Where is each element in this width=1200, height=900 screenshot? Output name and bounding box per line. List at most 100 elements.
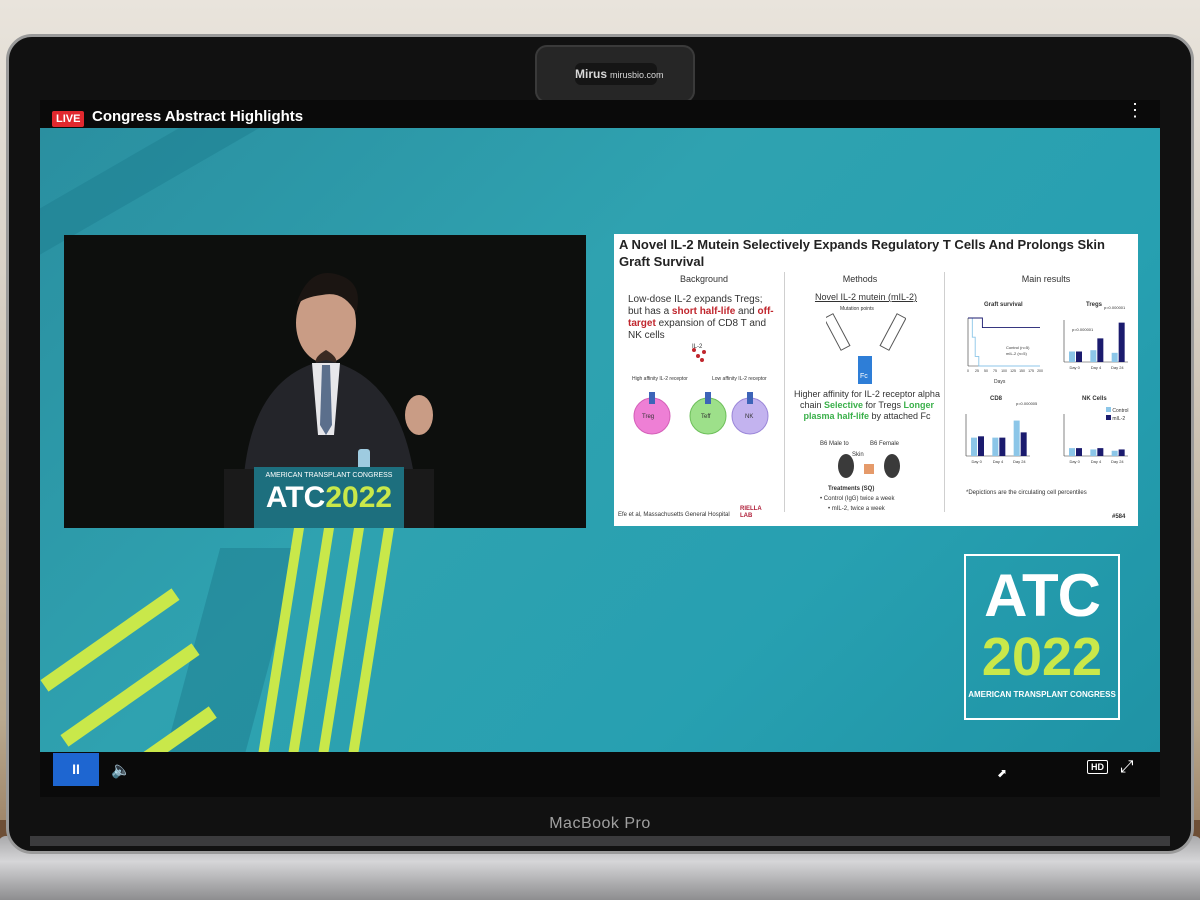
webcam-url: mirusbio.com [610, 70, 664, 80]
hd-button[interactable]: HD [1087, 760, 1108, 774]
bar-Control-Day 4 [1090, 449, 1097, 456]
bar-Control-Day 4 [1090, 350, 1097, 362]
graft-x-tick-label: 75 [993, 369, 997, 373]
bar-mIL-2-Day 24 [1118, 449, 1125, 456]
column-divider [944, 272, 945, 512]
graft-x-tick-label: 25 [975, 369, 979, 373]
graft-series-line [968, 317, 1040, 329]
graft-x-tick-label: 175 [1028, 369, 1034, 373]
short-half-life: short half-life [671, 306, 736, 317]
stream-title: Congress Abstract Highlights [92, 108, 304, 125]
podium-brand-b: 2022 [325, 481, 393, 514]
podium-brand: ATC2022 [254, 483, 404, 513]
graft-xlabel: Days [994, 379, 1006, 385]
bar-mIL-2-Day 4 [1097, 338, 1104, 362]
bar-x-tick-label: Day 0 [1069, 459, 1080, 464]
graft-x-tick-label: 0 [967, 369, 969, 373]
bar-mIL-2-Day 0 [978, 436, 984, 456]
lab-logo: RIELLA LAB [740, 506, 762, 519]
logo-subtitle: AMERICAN TRANSPLANT CONGRESS [968, 690, 1116, 699]
treatment-2: • mIL-2, twice a week [828, 506, 885, 512]
speaker-icon[interactable]: 🔈 [111, 760, 131, 780]
webcam-brand: Mirus [575, 67, 608, 81]
cell-label-teff: Teff [701, 414, 711, 420]
live-badge: LIVE [52, 111, 85, 127]
footer-citation: Efe et al, Massachusetts General Hospita… [618, 512, 730, 518]
bar-Control-Day 4 [992, 437, 999, 456]
screen: LIVE Congress Abstract Highlights ⋮ AMER… [40, 100, 1160, 797]
receptor-diagram [633, 348, 769, 435]
laptop-brand: MacBook Pro [549, 815, 651, 832]
speaker-video[interactable]: AMERICAN TRANSPLANT CONGRESS ATC2022 [64, 235, 586, 528]
bar-Control-Day 24 [1013, 420, 1020, 456]
background-header: Background [679, 274, 729, 284]
player-controls: II 🔈 ⬈ HD ⤢ [40, 752, 1160, 797]
bar-mIL-2-Day 0 [1076, 448, 1082, 456]
speaker-hand [405, 395, 433, 435]
bar-x-tick-label: Day 24 [1111, 459, 1124, 464]
results-header: Main results [1021, 274, 1071, 284]
logo-year: 2022 [981, 627, 1103, 687]
affinity-b: for Tregs [863, 400, 902, 410]
mutein-title: Novel IL-2 mutein (mIL-2) [814, 292, 918, 302]
stream-header: LIVE Congress Abstract Highlights ⋮ [40, 100, 1160, 130]
graft-x-tick-label: 100 [1001, 369, 1007, 373]
results-note: *Depictions are the circulating cell per… [966, 490, 1087, 496]
podium-top-text: AMERICAN TRANSPLANT CONGRESS [265, 472, 393, 479]
cd8-chart: Day 0 Day 4 Day 24 [965, 414, 1030, 464]
mice-diagram [838, 454, 900, 478]
kebab-icon[interactable]: ⋮ [1126, 101, 1144, 119]
graft-x-tick-label: 150 [1019, 369, 1025, 373]
bar-x-tick-label: Day 24 [1111, 365, 1124, 370]
bar-Control-Day 0 [1069, 351, 1075, 362]
fc-label: Fc [860, 373, 868, 380]
legend-mil2-label: mIL-2 [1112, 416, 1126, 422]
slide-title: A Novel IL-2 Mutein Selectively Expands … [619, 237, 1105, 269]
bar-Control-Day 24 [1111, 352, 1118, 362]
laptop-hinge [30, 836, 1170, 846]
bar-x-tick-label: Day 0 [1069, 365, 1080, 370]
bar-x-tick-label: Day 0 [971, 459, 982, 464]
graft-x-tick-label: 200 [1037, 369, 1043, 373]
bar-mIL-2-Day 24 [1118, 322, 1125, 362]
p-value-tregs-4: p=0.000001 [1072, 327, 1094, 332]
methods-header: Methods [842, 274, 878, 284]
bar-x-tick-label: Day 4 [1091, 459, 1102, 464]
logo-atc: ATC [984, 562, 1101, 629]
podium-brand-a: ATC [265, 481, 326, 514]
abstract-number: #584 [1112, 514, 1126, 520]
affinity-text: Higher affinity for IL-2 receptor alpha … [794, 389, 940, 422]
bar-mIL-2-Day 4 [999, 437, 1006, 456]
webcam-tag: Mirus mirusbio.com [575, 63, 664, 85]
bar-x-tick-label: Day 24 [1013, 459, 1026, 464]
graft-series-line [968, 317, 1040, 367]
exit-fullscreen-icon[interactable]: ⤢ [1120, 757, 1134, 777]
selective-text: Selective [823, 400, 864, 410]
cell-label-nk: NK [745, 414, 754, 420]
pause-button[interactable]: II [53, 753, 99, 786]
pause-icon: II [72, 761, 80, 777]
bar-x-tick-label: Day 4 [1091, 365, 1102, 370]
cell-label-treg: Treg [642, 414, 655, 420]
graft-survival-chart: 0 25 50 75 100 125 150 175 200 [967, 317, 1043, 373]
webcam-cover: Mirus mirusbio.com [535, 45, 695, 103]
slide-panel: A Novel IL-2 Mutein Selectively Expands … [614, 234, 1138, 526]
column-divider [784, 272, 785, 512]
bar-Control-Day 0 [971, 437, 977, 456]
bar-Control-Day 0 [1069, 448, 1075, 456]
bar-x-tick-label: Day 4 [993, 459, 1004, 464]
atc-logo: ATC 2022 AMERICAN TRANSPLANT CONGRESS [964, 554, 1120, 720]
mouse-cursor-icon: ⬈ [997, 766, 1008, 780]
legend-mil2: mIL-2 [1106, 414, 1125, 425]
speaker-tie [320, 365, 332, 435]
affinity-c: by attached Fc [868, 411, 931, 421]
podium-front: AMERICAN TRANSPLANT CONGRESS ATC2022 [254, 467, 404, 528]
bar-mIL-2-Day 24 [1020, 432, 1027, 456]
tregs-chart: Day 0 Day 4 Day 24 [1063, 320, 1128, 370]
bar-mIL-2-Day 0 [1076, 351, 1082, 362]
bar-mIL-2-Day 4 [1097, 448, 1104, 456]
background-text: Low-dose IL-2 expands Tregs; but has a s… [628, 294, 778, 342]
p-value-cd8: p=0.000005 [1016, 401, 1038, 406]
p-value-tregs-24: p=0.000001 [1104, 305, 1126, 310]
bg-text-b: and [735, 306, 758, 317]
